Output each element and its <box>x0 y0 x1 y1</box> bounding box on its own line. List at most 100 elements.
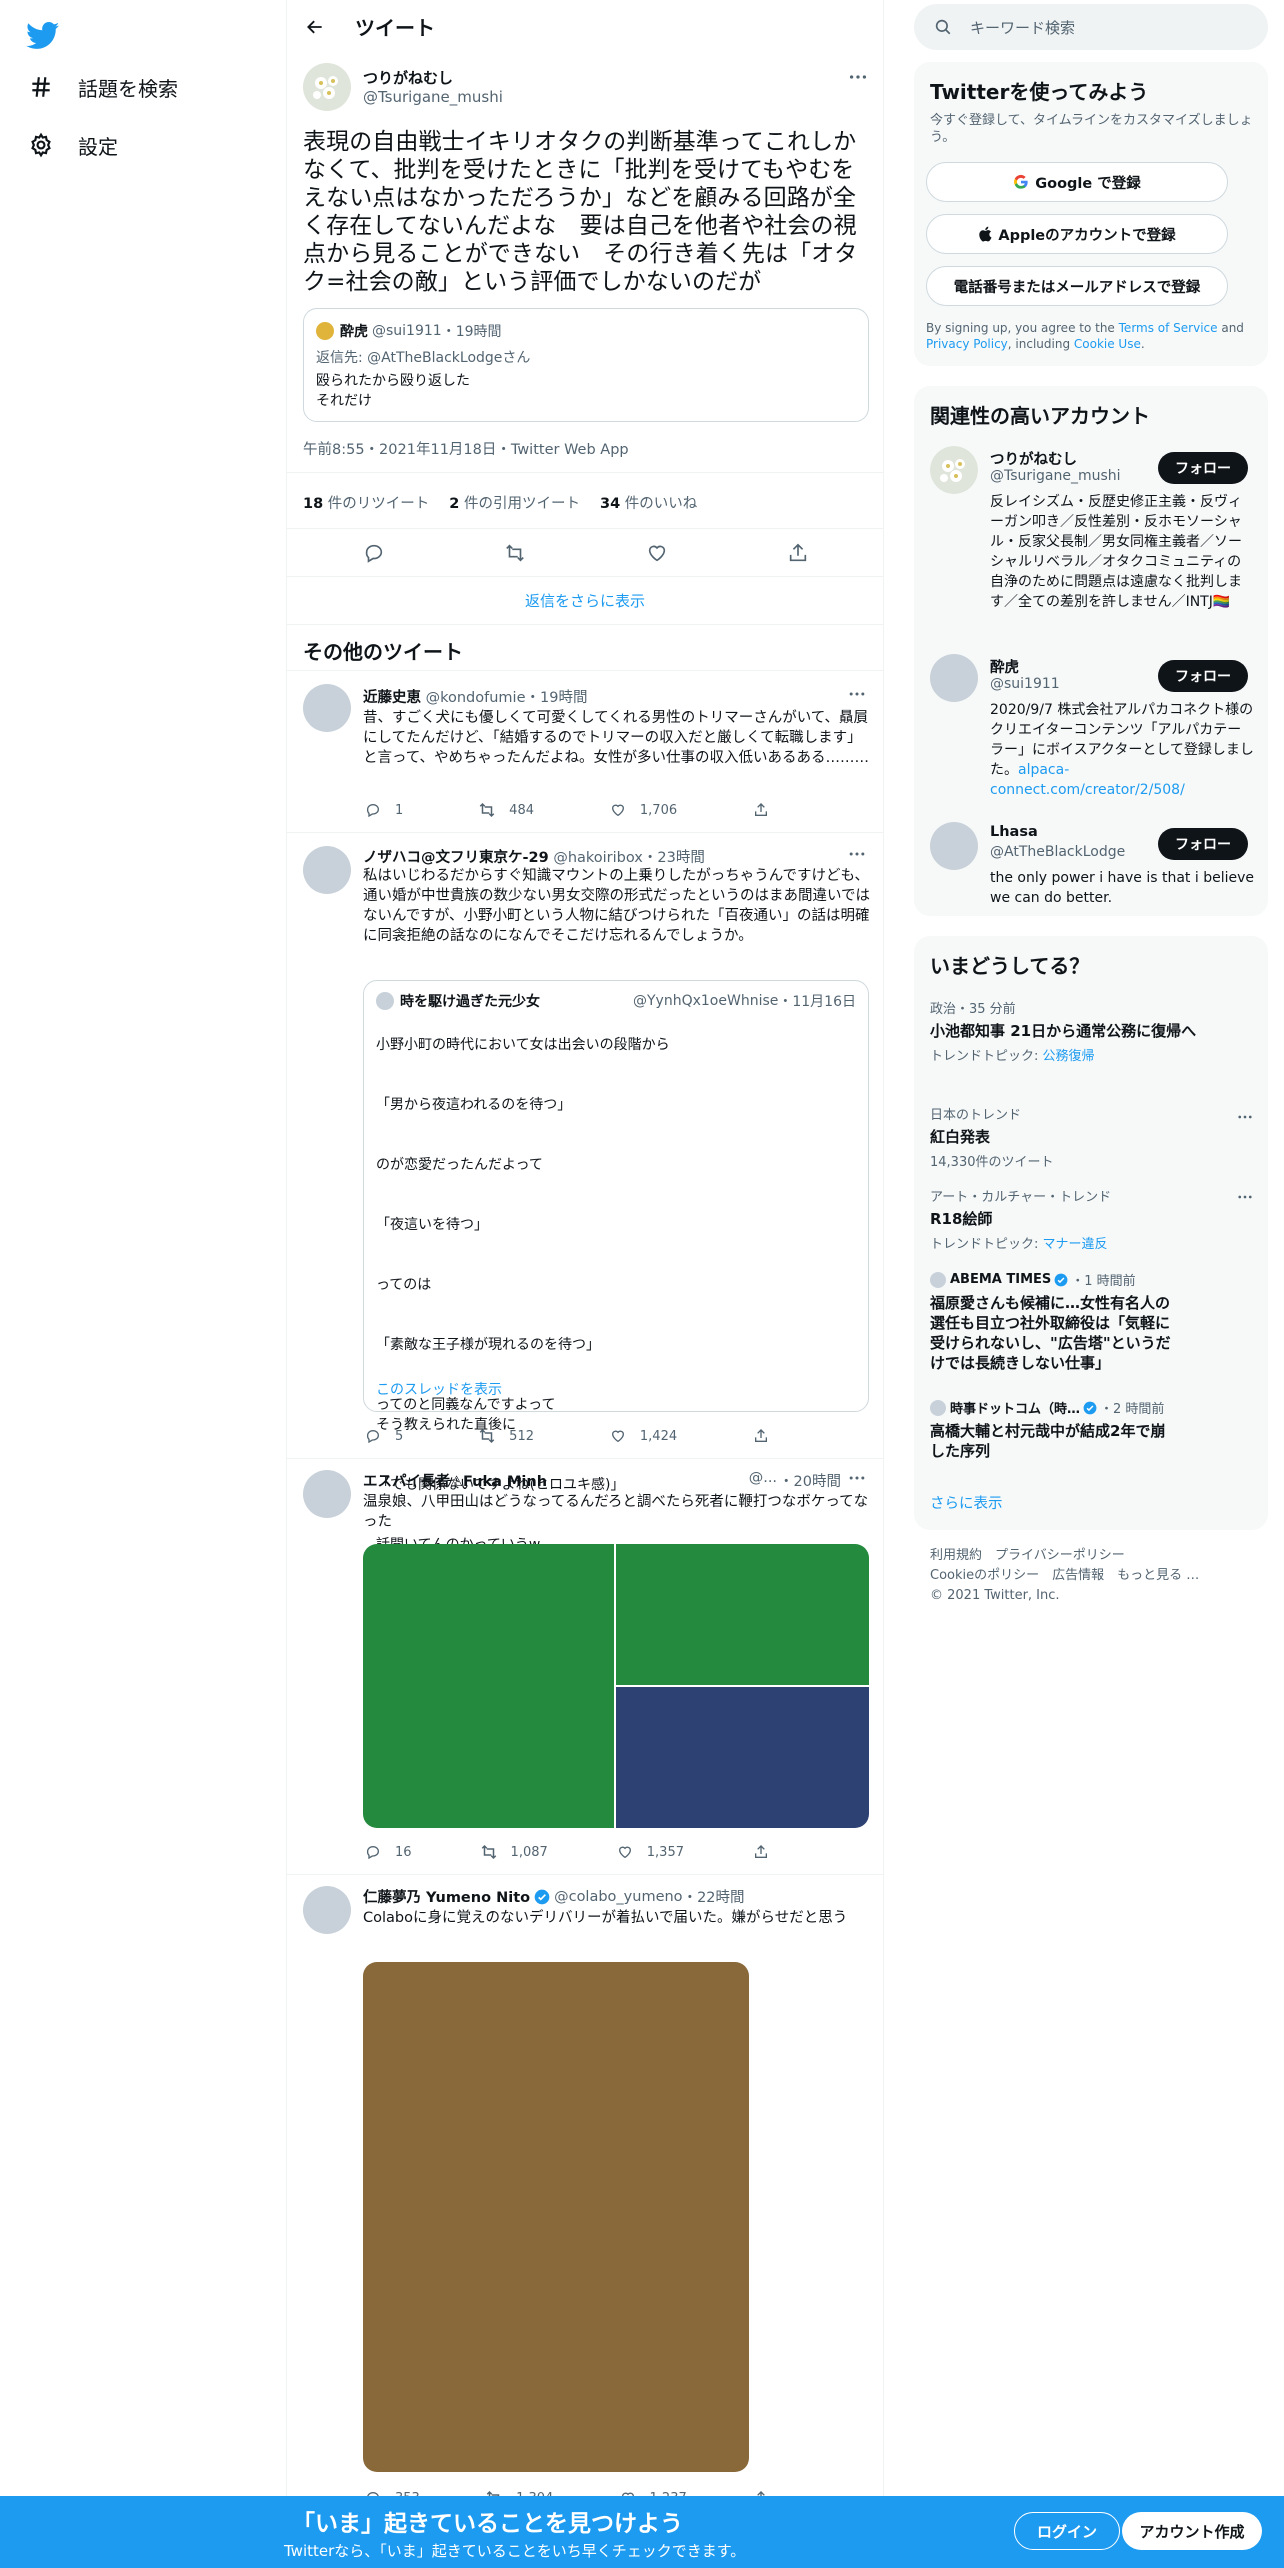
retweet-button[interactable]: 1,087 <box>479 1842 548 1862</box>
search-input[interactable]: キーワード検索 <box>970 17 1075 38</box>
author-handle[interactable]: @colabo_yumeno <box>554 1889 682 1905</box>
show-thread-link[interactable]: このスレッドを表示 <box>376 1379 502 1399</box>
more-icon[interactable] <box>847 66 869 88</box>
share-button[interactable] <box>751 800 783 820</box>
quoted-tweet[interactable]: 酔虎 @sui1911 ・ 19時間 返信先: @AtTheBlackLodge… <box>303 308 869 422</box>
signup-button[interactable]: アカウント作成 <box>1122 2512 1262 2550</box>
author-name[interactable]: ノザハコ@文フリ東京ケ-29 <box>363 850 549 866</box>
account-handle[interactable]: @Tsurigane_mushi <box>990 468 1121 484</box>
account-name[interactable]: つりがねむし <box>990 448 1077 469</box>
like-icon[interactable] <box>646 538 668 568</box>
twitter-logo-icon[interactable] <box>26 10 78 62</box>
media-image[interactable] <box>363 1962 749 2472</box>
avatar[interactable] <box>303 846 351 894</box>
avatar[interactable] <box>303 1470 351 1518</box>
tweet-time[interactable]: 22時間 <box>697 1886 744 1907</box>
phone-email-signup-button[interactable]: 電話番号またはメールアドレスで登録 <box>926 266 1228 306</box>
quote-line: 「素敵な王子様が現れるのを待つ」 <box>376 1337 600 1353</box>
quote-time: 11月16日 <box>792 994 856 1010</box>
bottom-bar-title: 「いま」起きていることを見つけよう <box>292 2511 683 2537</box>
trend-item[interactable]: 日本のトレンド 紅白発表 14,330件のツイート <box>930 1104 1210 1170</box>
author-handle[interactable]: @kondofumie <box>426 690 526 706</box>
reply-button[interactable]: 5 <box>363 1426 403 1446</box>
like-count: 1,706 <box>639 802 678 818</box>
privacy-link[interactable]: Privacy Policy <box>926 337 1008 351</box>
retweets-stat[interactable]: 18 件のリツイート <box>303 492 429 513</box>
avatar[interactable] <box>930 822 978 870</box>
tweet-time[interactable]: 19時間 <box>540 690 587 706</box>
avatar[interactable] <box>303 684 351 732</box>
share-icon[interactable] <box>787 538 809 568</box>
trend-item[interactable]: 政治・35 分前 小池都知事 21日から通常公務に復帰へ トレンドトピック: 公… <box>930 998 1210 1064</box>
media-image[interactable] <box>616 1544 869 1685</box>
avatar[interactable] <box>930 446 978 494</box>
avatar[interactable] <box>930 654 978 702</box>
retweet-icon <box>477 800 497 820</box>
news-item[interactable]: 時事ドットコム（時… ・2 時間前 高橋大輔と村元哉中が結成2年で崩した序列 <box>930 1398 1180 1461</box>
tweet-time[interactable]: 23時間 <box>657 850 704 866</box>
reply-button[interactable]: 16 <box>363 1842 412 1862</box>
author-name[interactable]: エスパイ長者⚠Fuka Minh <box>363 1470 547 1491</box>
account-bio-link[interactable]: alpaca-connect.com/creator/2/508/ <box>990 762 1185 798</box>
author-name[interactable]: 近藤史恵 <box>363 690 421 706</box>
show-more-replies-link[interactable]: 返信をさらに表示 <box>287 590 883 611</box>
like-button[interactable]: 1,357 <box>615 1842 684 1862</box>
cookie-link[interactable]: Cookie Use <box>1074 337 1141 351</box>
tweet-time[interactable]: 20時間 <box>794 1470 841 1491</box>
avatar[interactable] <box>303 1886 351 1934</box>
account-name[interactable]: 酔虎 <box>990 656 1019 677</box>
author-handle[interactable]: @Tsurigane_mushi <box>363 88 503 106</box>
reply-icon[interactable] <box>363 538 385 568</box>
news-source-avatar <box>930 1399 946 1416</box>
reply-icon <box>363 1426 383 1446</box>
search-box[interactable]: キーワード検索 <box>914 4 1268 50</box>
back-arrow-icon[interactable] <box>297 9 333 45</box>
like-button[interactable]: 1,706 <box>608 800 677 820</box>
google-signup-button[interactable]: Google で登録 <box>926 162 1228 202</box>
more-icon[interactable] <box>847 844 869 866</box>
media-image[interactable] <box>616 1687 869 1828</box>
share-button[interactable] <box>751 1426 783 1446</box>
login-button[interactable]: ログイン <box>1014 2512 1120 2550</box>
likes-stat[interactable]: 34 件のいいね <box>600 492 697 513</box>
trend-item[interactable]: アート・カルチャー・トレンド R18絵師 トレンドトピック: マナー違反 <box>930 1186 1210 1252</box>
gear-icon <box>26 130 56 160</box>
reply-button[interactable]: 1 <box>363 800 403 820</box>
retweet-button[interactable]: 512 <box>477 1426 534 1446</box>
account-name[interactable]: Lhasa <box>990 824 1038 840</box>
quote-author-name: 酔虎 <box>340 324 368 340</box>
account-handle[interactable]: @sui1911 <box>990 676 1060 692</box>
reply-to-prefix: 返信先: <box>316 350 368 366</box>
terms-link[interactable]: Terms of Service <box>1119 321 1218 335</box>
follow-button[interactable]: フォロー <box>1158 452 1248 484</box>
footer-links[interactable]: Cookieのポリシー 広告情報 もっと見る … <box>930 1566 1250 1586</box>
share-icon <box>751 1842 771 1862</box>
quote-tweets-stat[interactable]: 2 件の引用ツイート <box>449 492 580 513</box>
like-button[interactable]: 1,424 <box>608 1426 677 1446</box>
retweet-button[interactable]: 484 <box>477 800 534 820</box>
follow-button[interactable]: フォロー <box>1158 660 1248 692</box>
media-image[interactable] <box>363 1544 614 1828</box>
follow-button[interactable]: フォロー <box>1158 828 1248 860</box>
author-handle[interactable]: @... <box>749 1470 777 1491</box>
nav-explore[interactable]: 話題を検索 <box>26 62 178 112</box>
show-more-trends-link[interactable]: さらに表示 <box>930 1492 1003 1513</box>
share-button[interactable] <box>751 1842 783 1862</box>
author-name[interactable]: つりがねむし <box>363 67 453 88</box>
nav-settings[interactable]: 設定 <box>26 120 118 170</box>
reply-to-handle[interactable]: @AtTheBlackLodgeさん <box>367 350 530 366</box>
footer-links[interactable]: 利用規約 プライバシーポリシー <box>930 1546 1250 1566</box>
more-icon[interactable] <box>1236 1188 1258 1210</box>
news-item[interactable]: ABEMA TIMES ・1 時間前 福原愛さんも候補に…女性有名人の選任も目立… <box>930 1270 1180 1373</box>
quoted-tweet[interactable]: 時を駆け過ぎた元少女 @YynhQx1oeWhnise ・ 11月16日 小野小町の… <box>363 980 869 1553</box>
retweet-icon[interactable] <box>504 538 526 568</box>
more-icon[interactable] <box>847 684 869 706</box>
account-handle[interactable]: @AtTheBlackLodge <box>990 844 1125 860</box>
more-icon[interactable] <box>847 1468 869 1490</box>
author-name[interactable]: 仁藤夢乃 Yumeno Nito <box>363 1886 530 1907</box>
tweet-timestamp[interactable]: 午前8:55・2021年11月18日・Twitter Web App <box>303 438 629 459</box>
more-icon[interactable] <box>1236 1108 1258 1130</box>
author-handle[interactable]: @hakoiribox <box>553 850 643 866</box>
avatar[interactable] <box>303 63 351 111</box>
apple-signup-button[interactable]: Appleのアカウントで登録 <box>926 214 1228 254</box>
